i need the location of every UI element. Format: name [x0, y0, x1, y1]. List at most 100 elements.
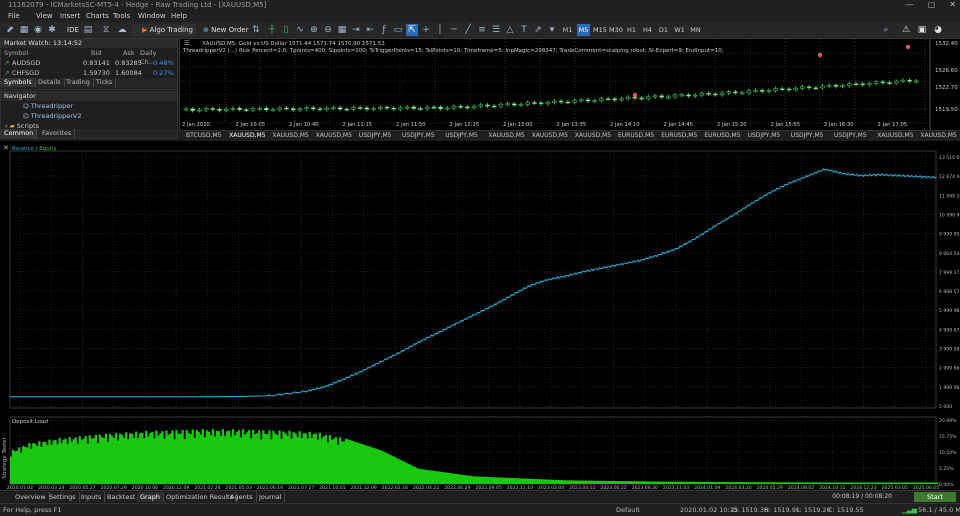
tab-details[interactable]: Details [35, 78, 65, 87]
chart-tab[interactable]: USDJPY,M5 [402, 131, 435, 141]
menu-file[interactable]: File [8, 12, 20, 20]
timeframe-d1[interactable]: D1 [657, 24, 670, 36]
chart-shift-icon[interactable]: ⇤ [364, 24, 376, 36]
zoom-out-icon[interactable]: ⊖ [322, 24, 334, 36]
tester-icon[interactable]: ⧖ [100, 24, 112, 36]
chart-tab[interactable]: XAUUSD,M5 [272, 131, 308, 141]
tab-optimization-results[interactable]: Optimization Results [163, 492, 238, 502]
col-symbol[interactable]: Symbol [4, 49, 28, 58]
line-chart-icon[interactable]: ∿ [294, 24, 306, 36]
close-icon[interactable]: ✕ [949, 0, 956, 11]
status-profile[interactable]: Default [616, 505, 640, 515]
market-watch-icon[interactable]: ◉ [32, 24, 44, 36]
chart-tab[interactable]: XAUUSD,M5 [877, 131, 913, 141]
timeframe-m15[interactable]: M15 [593, 24, 607, 36]
templates-icon[interactable]: ▭ [392, 24, 404, 36]
vertical-line-icon[interactable]: │ [434, 24, 446, 36]
menu-view[interactable]: View [36, 12, 53, 20]
tab-trading[interactable]: Trading [63, 78, 94, 87]
chart-tab[interactable]: USDJPY,M5 [834, 131, 867, 141]
autoscroll-icon[interactable]: ⇥ [350, 24, 362, 36]
chart-tab[interactable]: XAUUSD,M5 [488, 131, 524, 141]
tab-journal[interactable]: Journal [256, 492, 286, 502]
tab-symbols[interactable]: Symbols [1, 78, 36, 87]
timeframe-mn[interactable]: MN [689, 24, 702, 36]
chart-tab[interactable]: XAUUSD,M5 [316, 131, 352, 141]
tab-backtest[interactable]: Backtest [104, 492, 140, 502]
chart-tab[interactable]: EURUSD,M5 [661, 131, 697, 141]
profiles-icon[interactable]: ▦ [18, 24, 30, 36]
channel-icon[interactable]: ≡ [476, 24, 488, 36]
chart-menu-icon[interactable]: ☰ [184, 40, 189, 47]
menu-help[interactable]: Help [171, 12, 187, 20]
chart-tab[interactable]: XAUUSD,M5 [575, 131, 611, 141]
zoom-in-icon[interactable]: ⊕ [308, 24, 320, 36]
close-tester-icon[interactable]: ✕ [3, 144, 9, 152]
trend-line-icon[interactable]: ╱ [462, 24, 474, 36]
timeframe-m1[interactable]: M1 [561, 24, 574, 36]
navigator-item[interactable]: ⌬ ThreadripperV2 [23, 112, 81, 120]
terminal-icon[interactable]: ▤ [82, 24, 94, 36]
table-row[interactable]: ↗ CHFSGD 1.59730 1.60084 0.27% [3, 69, 174, 78]
price-chart[interactable]: XAUUSD,M5: Gold vs US Dollar 1571.44 157… [179, 38, 960, 142]
grid-icon[interactable]: ▦ [336, 24, 348, 36]
shapes-icon[interactable]: △ [504, 24, 516, 36]
notifications-icon[interactable]: ⚠ [900, 24, 912, 36]
tab-agents[interactable]: Agents [227, 492, 257, 502]
navigator-icon[interactable]: ✱ [46, 24, 58, 36]
navigator-item[interactable]: ⌬ Threadripper [23, 102, 73, 110]
chart-tab[interactable]: USDJPY,M5 [445, 131, 478, 141]
chart-tab[interactable]: EURUSD,M5 [618, 131, 654, 141]
arrows-icon[interactable]: ⇗ [532, 24, 544, 36]
col-ask[interactable]: Ask [123, 49, 135, 58]
tab-common[interactable]: Common [1, 129, 38, 138]
tab-graph[interactable]: Graph [137, 492, 164, 502]
menu-charts[interactable]: Charts [86, 12, 109, 20]
start-button[interactable]: Start [914, 492, 956, 502]
text-icon[interactable]: T [518, 24, 530, 36]
chart-tab[interactable]: XAUUSD,M5 [229, 131, 265, 141]
timeframe-h1[interactable]: H1 [625, 24, 638, 36]
tab-settings[interactable]: Settings [46, 492, 80, 502]
indicators-icon[interactable]: ƒ [378, 24, 390, 36]
minimize-icon[interactable]: — [906, 0, 914, 11]
timeframe-h4[interactable]: H4 [641, 24, 654, 36]
ide-button[interactable]: IDE [64, 24, 82, 36]
new-order-button[interactable]: ⊕ New Order [200, 24, 252, 36]
account-icon[interactable]: ◕ [932, 24, 944, 36]
crosshair-icon[interactable]: + [420, 24, 432, 36]
tab-inputs[interactable]: Inputs [78, 492, 106, 502]
table-row[interactable]: ↗ AUDSGD 0.83141 0.83285 0.48% [3, 59, 174, 68]
bar-chart-icon[interactable]: ┼ [266, 24, 278, 36]
chat-icon[interactable]: ▣ [916, 24, 928, 36]
timeframe-m30[interactable]: M30 [609, 24, 623, 36]
menu-tools[interactable]: Tools [113, 12, 130, 20]
new-chart-icon[interactable]: ⬈ [4, 24, 16, 36]
menu-insert[interactable]: Insert [60, 12, 80, 20]
chart-tab[interactable]: XAUUSD,M5 [532, 131, 568, 141]
chart-tab[interactable]: XAUUSD,M5 [920, 131, 956, 141]
chart-tab[interactable]: USDJPY,M5 [791, 131, 824, 141]
cursor-icon[interactable]: ⇱ [406, 24, 418, 36]
timeframe-m5[interactable]: M5 [577, 24, 590, 36]
horizontal-line-icon[interactable]: ─ [448, 24, 460, 36]
chart-tab[interactable]: EURUSD,M5 [704, 131, 740, 141]
maximize-icon[interactable]: ▢ [928, 0, 936, 11]
chart-tab[interactable]: BTCUSD,M5 [186, 131, 221, 141]
algo-trading-button[interactable]: ▶ Algo Trading [132, 24, 196, 36]
candle-chart-icon[interactable]: ▯ [280, 24, 292, 36]
search-icon[interactable]: ⌕ [880, 24, 892, 36]
chart-tab[interactable]: USDJPY,M5 [359, 131, 392, 141]
deposit-load-bar [292, 432, 295, 484]
tab-overview[interactable]: Overview [12, 492, 50, 502]
trade-history-icon[interactable]: ⇅ [250, 24, 262, 36]
fibonacci-icon[interactable]: ☰ [490, 24, 502, 36]
cloud-icon[interactable]: ☁ [116, 24, 128, 36]
chart-tab[interactable]: USDJPY,M5 [748, 131, 781, 141]
tab-ticks[interactable]: Ticks [93, 78, 117, 87]
tab-favorites[interactable]: Favorites [39, 129, 76, 138]
objects-icon[interactable]: ▾ [546, 24, 558, 36]
timeframe-w1[interactable]: W1 [673, 24, 686, 36]
col-bid[interactable]: Bid [91, 49, 101, 58]
menu-window[interactable]: Window [138, 12, 166, 20]
